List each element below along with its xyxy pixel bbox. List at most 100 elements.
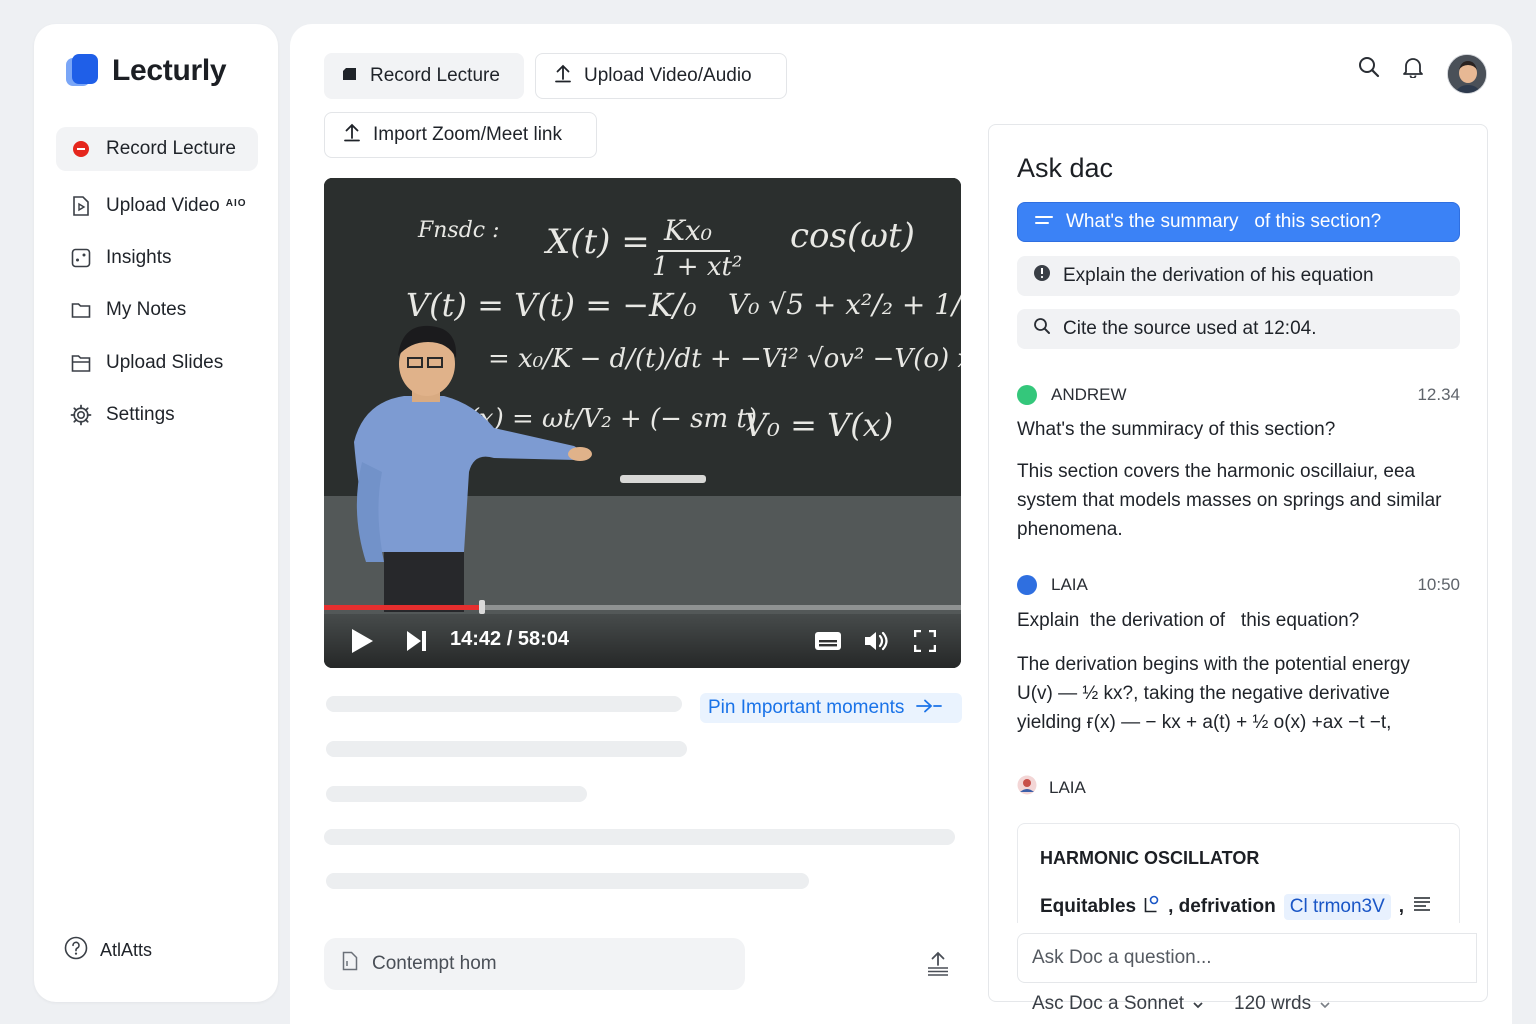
length-label: 120 wrds	[1234, 993, 1312, 1014]
progress-fill	[324, 605, 482, 610]
suggestion-label: Cite the source used at 12:04.	[1063, 318, 1317, 339]
transcript-placeholder-line	[326, 696, 682, 712]
current-time: 14:42	[450, 628, 502, 650]
export-icon[interactable]	[926, 950, 950, 981]
upload-video-audio-button[interactable]: Upload Video/Audio	[535, 53, 787, 99]
time-separator: /	[506, 628, 513, 650]
record-icon	[70, 138, 92, 160]
suggestion-label: Explain the derivation of his equation	[1063, 265, 1374, 286]
transcript-placeholder-line	[326, 741, 687, 757]
import-zoom-meet-button[interactable]: Import Zoom/Meet link	[324, 112, 597, 158]
brand[interactable]: Lecturly	[66, 54, 227, 88]
answer-line: The derivation begins with the potential…	[1017, 654, 1410, 675]
author-dot	[1017, 385, 1037, 405]
topic-tag[interactable]: Cl trmon3V	[1283, 894, 1391, 920]
sidebar-item-label: My Notes	[106, 299, 187, 320]
sidebar-item-record-lecture[interactable]: Record Lecture	[56, 127, 258, 171]
sidebar-item-label: Insights	[106, 247, 172, 268]
chevron-down-icon	[1319, 993, 1331, 1015]
topic-card-label: , defrivation	[1168, 896, 1276, 917]
avatar[interactable]	[1447, 54, 1487, 94]
chalk-text: Kx₀	[664, 214, 712, 247]
upload-video-audio-label: Upload Video/Audio	[584, 65, 752, 86]
insights-icon	[70, 247, 92, 269]
ask-panel: Ask dac What's the summary of this secti…	[988, 124, 1488, 1014]
bell-icon[interactable]	[1402, 56, 1424, 83]
topic-card-row: Equitables , defrivation Cl trmon3V ,	[1040, 894, 1432, 920]
sidebar-item-label: Settings	[106, 404, 175, 425]
attribution-avatar-icon	[1017, 775, 1037, 800]
chalk-text: V₀ √5 + x²/₂ + 1/dt	[728, 288, 961, 321]
author-name: LAIA	[1051, 575, 1088, 594]
brand-logo-icon	[66, 54, 98, 88]
transcript-placeholder-line	[326, 786, 587, 802]
menu-lines-icon[interactable]	[1412, 896, 1432, 918]
captions-icon[interactable]	[814, 631, 842, 656]
fullscreen-icon[interactable]	[913, 629, 937, 657]
duration: 58:04	[517, 628, 569, 650]
sidebar-item-sup: AIO	[225, 197, 247, 209]
chalk-text: 1 + xt²	[652, 252, 743, 282]
search-icon	[1033, 317, 1051, 341]
model-selector[interactable]: Asc Doc a Sonnet	[1032, 993, 1204, 1015]
sidebar-item-insights[interactable]: Insights	[56, 236, 258, 280]
message-answer: This section covers the harmonic oscilla…	[1017, 461, 1442, 540]
topic-card-title: HARMONIC OSCILLATOR	[1040, 848, 1260, 868]
pin-link-label: Pin Important moments	[708, 697, 905, 718]
suggestion-explain[interactable]: Explain the derivation of his equation	[1017, 256, 1460, 296]
suggestion-summary[interactable]: What's the summary of this section?	[1017, 202, 1460, 242]
file-video-icon	[70, 195, 92, 217]
record-lecture-button[interactable]: Record Lecture	[324, 53, 524, 99]
sidebar-item-upload-video[interactable]: Upload Video AIO	[56, 184, 258, 228]
suggestion-cite[interactable]: Cite the source used at 12:04.	[1017, 309, 1460, 349]
message-attribution: LAIA	[1017, 775, 1086, 800]
chalk-text: cos(ωt)	[790, 216, 915, 256]
topic-card-suffix: ,	[1398, 896, 1405, 917]
help-icon	[64, 936, 88, 965]
file-icon	[342, 951, 358, 977]
time-display: 14:42 / 58:04	[450, 628, 569, 651]
help-label: AtlAtts	[100, 940, 153, 960]
message-header: LAIA 10:50	[1017, 575, 1460, 595]
sidebar-item-upload-slides[interactable]: Upload Slides	[56, 341, 258, 385]
pin-important-moments-link[interactable]: Pin Important moments	[700, 693, 962, 723]
note-input-placeholder: Contempt hom	[372, 953, 497, 974]
next-icon[interactable]	[406, 630, 428, 657]
search-icon[interactable]	[1358, 56, 1380, 83]
upload-icon	[554, 63, 572, 89]
note-input[interactable]: Contempt hom	[324, 938, 745, 990]
sidebar-item-label: Upload Video	[106, 195, 220, 216]
video-player[interactable]: Fnsdc : X(t) = Kx₀ 1 + xt² cos(ωt) V(t) …	[324, 178, 961, 668]
author-name: ANDREW	[1051, 385, 1127, 404]
ask-title: Ask dac	[1017, 153, 1114, 183]
document-icon	[1144, 895, 1160, 919]
record-lecture-label: Record Lecture	[370, 65, 500, 86]
play-icon[interactable]	[350, 628, 374, 659]
message-time: 12.34	[1417, 385, 1460, 404]
chalk-text: Fnsdc :	[418, 218, 500, 243]
message-answer: The derivation begins with the potential…	[1017, 650, 1487, 737]
answer-line: U(v) — ½ kx?, taking the negative deriva…	[1017, 683, 1390, 704]
main-panel: Record Lecture Upload Video/Audio Import…	[290, 24, 1512, 1024]
help-link[interactable]: AtlAtts	[64, 936, 152, 965]
chalk-text: V₀ = V(x)	[744, 406, 894, 444]
chalk-text: X(t) =	[546, 222, 650, 262]
chalk-ledge	[620, 475, 706, 483]
sidebar-item-settings[interactable]: Settings	[56, 393, 258, 437]
author-dot	[1017, 575, 1037, 595]
message-header: ANDREW 12.34	[1017, 385, 1460, 405]
progress-scrubber[interactable]	[479, 600, 486, 614]
suggestion-label: What's the summary of this section?	[1066, 211, 1382, 232]
volume-icon[interactable]	[863, 629, 889, 658]
message-question: Explain the derivation of this equation?	[1017, 610, 1360, 631]
topic-card[interactable]: HARMONIC OSCILLATOR Equitables , defriva…	[1017, 823, 1460, 923]
arrow-right-icon	[916, 697, 943, 719]
answer-line: yielding ғ(x) — − kx + a(t) + ½ o(x) +ax…	[1017, 712, 1392, 733]
ask-input[interactable]: Ask Doc a question...	[1017, 933, 1477, 983]
attribution-name: LAIA	[1049, 777, 1086, 797]
transcript-placeholder-line	[324, 829, 955, 845]
camera-icon	[342, 65, 358, 87]
sidebar-item-my-notes[interactable]: My Notes	[56, 288, 258, 332]
length-selector[interactable]: 120 wrds	[1234, 993, 1331, 1015]
upload-icon	[343, 122, 361, 148]
